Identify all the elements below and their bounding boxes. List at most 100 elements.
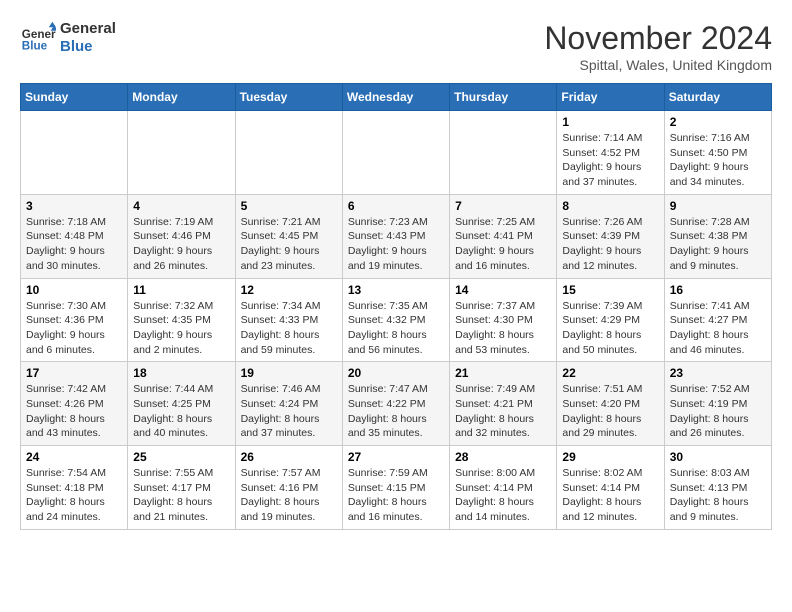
location: Spittal, Wales, United Kingdom [544, 57, 772, 73]
logo-general: General [60, 20, 116, 38]
day-info: Sunrise: 7:32 AM Sunset: 4:35 PM Dayligh… [133, 299, 229, 358]
day-number: 22 [562, 366, 658, 380]
day-info: Sunrise: 7:37 AM Sunset: 4:30 PM Dayligh… [455, 299, 551, 358]
day-number: 18 [133, 366, 229, 380]
day-info: Sunrise: 7:28 AM Sunset: 4:38 PM Dayligh… [670, 215, 766, 274]
day-info: Sunrise: 7:18 AM Sunset: 4:48 PM Dayligh… [26, 215, 122, 274]
day-info: Sunrise: 7:57 AM Sunset: 4:16 PM Dayligh… [241, 466, 337, 525]
day-number: 17 [26, 366, 122, 380]
day-number: 13 [348, 283, 444, 297]
calendar-week-row: 3 Sunrise: 7:18 AM Sunset: 4:48 PM Daylig… [21, 194, 772, 278]
calendar-cell: 14 Sunrise: 7:37 AM Sunset: 4:30 PM Dayli… [450, 278, 557, 362]
calendar-cell: 2Sunrise: 7:16 AM Sunset: 4:50 PM Daylig… [664, 111, 771, 195]
calendar-week-row: 24 Sunrise: 7:54 AM Sunset: 4:18 PM Dayli… [21, 446, 772, 530]
calendar-table: SundayMondayTuesdayWednesdayThursdayFrid… [20, 83, 772, 530]
day-info: Sunrise: 7:39 AM Sunset: 4:29 PM Dayligh… [562, 299, 658, 358]
day-info: Sunrise: 8:03 AM Sunset: 4:13 PM Dayligh… [670, 466, 766, 525]
day-number: 21 [455, 366, 551, 380]
calendar-cell: 29Sunrise: 8:02 AM Sunset: 4:14 PM Dayli… [557, 446, 664, 530]
weekday-header: Monday [128, 84, 235, 111]
day-number: 4 [133, 199, 229, 213]
calendar-cell: 4 Sunrise: 7:19 AM Sunset: 4:46 PM Daylig… [128, 194, 235, 278]
day-number: 8 [562, 199, 658, 213]
day-info: Sunrise: 7:51 AM Sunset: 4:20 PM Dayligh… [562, 382, 658, 441]
day-number: 27 [348, 450, 444, 464]
day-info: Sunrise: 7:35 AM Sunset: 4:32 PM Dayligh… [348, 299, 444, 358]
weekday-header: Tuesday [235, 84, 342, 111]
weekday-header: Thursday [450, 84, 557, 111]
calendar-cell: 27 Sunrise: 7:59 AM Sunset: 4:15 PM Dayli… [342, 446, 449, 530]
calendar-cell: 30 Sunrise: 8:03 AM Sunset: 4:13 PM Dayli… [664, 446, 771, 530]
calendar-cell: 16Sunrise: 7:41 AM Sunset: 4:27 PM Dayli… [664, 278, 771, 362]
month-title: November 2024 [544, 20, 772, 57]
day-number: 15 [562, 283, 658, 297]
day-number: 1 [562, 115, 658, 129]
calendar-cell: 24 Sunrise: 7:54 AM Sunset: 4:18 PM Dayli… [21, 446, 128, 530]
day-info: Sunrise: 7:49 AM Sunset: 4:21 PM Dayligh… [455, 382, 551, 441]
day-info: Sunrise: 7:55 AM Sunset: 4:17 PM Dayligh… [133, 466, 229, 525]
day-info: Sunrise: 7:16 AM Sunset: 4:50 PM Dayligh… [670, 131, 766, 190]
day-number: 28 [455, 450, 551, 464]
calendar-cell: 19Sunrise: 7:46 AM Sunset: 4:24 PM Dayli… [235, 362, 342, 446]
day-number: 7 [455, 199, 551, 213]
svg-text:Blue: Blue [22, 40, 48, 53]
day-number: 14 [455, 283, 551, 297]
day-info: Sunrise: 7:30 AM Sunset: 4:36 PM Dayligh… [26, 299, 122, 358]
calendar-cell: 18 Sunrise: 7:44 AM Sunset: 4:25 PM Dayli… [128, 362, 235, 446]
calendar-cell: 28 Sunrise: 8:00 AM Sunset: 4:14 PM Dayli… [450, 446, 557, 530]
calendar-cell: 9 Sunrise: 7:28 AM Sunset: 4:38 PM Daylig… [664, 194, 771, 278]
day-number: 9 [670, 199, 766, 213]
day-info: Sunrise: 8:00 AM Sunset: 4:14 PM Dayligh… [455, 466, 551, 525]
calendar-cell: 10 Sunrise: 7:30 AM Sunset: 4:36 PM Dayli… [21, 278, 128, 362]
day-info: Sunrise: 7:23 AM Sunset: 4:43 PM Dayligh… [348, 215, 444, 274]
calendar-cell: 17 Sunrise: 7:42 AM Sunset: 4:26 PM Dayli… [21, 362, 128, 446]
calendar-cell: 25 Sunrise: 7:55 AM Sunset: 4:17 PM Dayli… [128, 446, 235, 530]
day-info: Sunrise: 7:34 AM Sunset: 4:33 PM Dayligh… [241, 299, 337, 358]
calendar-cell [21, 111, 128, 195]
day-number: 3 [26, 199, 122, 213]
calendar-cell: 3 Sunrise: 7:18 AM Sunset: 4:48 PM Daylig… [21, 194, 128, 278]
calendar-cell: 6Sunrise: 7:23 AM Sunset: 4:43 PM Daylig… [342, 194, 449, 278]
logo: General Blue General Blue [20, 20, 116, 56]
calendar-cell: 23 Sunrise: 7:52 AM Sunset: 4:19 PM Dayli… [664, 362, 771, 446]
weekday-header: Friday [557, 84, 664, 111]
day-number: 30 [670, 450, 766, 464]
logo-blue: Blue [60, 38, 116, 56]
day-number: 23 [670, 366, 766, 380]
day-info: Sunrise: 7:44 AM Sunset: 4:25 PM Dayligh… [133, 382, 229, 441]
day-number: 10 [26, 283, 122, 297]
logo-icon: General Blue [20, 20, 56, 56]
calendar-cell [450, 111, 557, 195]
calendar-cell: 20Sunrise: 7:47 AM Sunset: 4:22 PM Dayli… [342, 362, 449, 446]
day-number: 25 [133, 450, 229, 464]
day-info: Sunrise: 7:19 AM Sunset: 4:46 PM Dayligh… [133, 215, 229, 274]
day-info: Sunrise: 7:52 AM Sunset: 4:19 PM Dayligh… [670, 382, 766, 441]
day-info: Sunrise: 7:21 AM Sunset: 4:45 PM Dayligh… [241, 215, 337, 274]
weekday-header: Saturday [664, 84, 771, 111]
day-info: Sunrise: 8:02 AM Sunset: 4:14 PM Dayligh… [562, 466, 658, 525]
calendar-cell: 11 Sunrise: 7:32 AM Sunset: 4:35 PM Dayli… [128, 278, 235, 362]
calendar-cell: 1Sunrise: 7:14 AM Sunset: 4:52 PM Daylig… [557, 111, 664, 195]
calendar-cell: 15 Sunrise: 7:39 AM Sunset: 4:29 PM Dayli… [557, 278, 664, 362]
calendar-cell: 12Sunrise: 7:34 AM Sunset: 4:33 PM Dayli… [235, 278, 342, 362]
calendar-week-row: 10 Sunrise: 7:30 AM Sunset: 4:36 PM Dayli… [21, 278, 772, 362]
calendar-cell: 22 Sunrise: 7:51 AM Sunset: 4:20 PM Dayli… [557, 362, 664, 446]
day-info: Sunrise: 7:46 AM Sunset: 4:24 PM Dayligh… [241, 382, 337, 441]
day-number: 24 [26, 450, 122, 464]
day-number: 11 [133, 283, 229, 297]
calendar-cell: 8 Sunrise: 7:26 AM Sunset: 4:39 PM Daylig… [557, 194, 664, 278]
page-header: General Blue General Blue November 2024 … [20, 20, 772, 73]
day-info: Sunrise: 7:26 AM Sunset: 4:39 PM Dayligh… [562, 215, 658, 274]
day-info: Sunrise: 7:59 AM Sunset: 4:15 PM Dayligh… [348, 466, 444, 525]
weekday-header: Wednesday [342, 84, 449, 111]
weekday-header-row: SundayMondayTuesdayWednesdayThursdayFrid… [21, 84, 772, 111]
calendar-cell: 13 Sunrise: 7:35 AM Sunset: 4:32 PM Dayli… [342, 278, 449, 362]
calendar-cell [342, 111, 449, 195]
day-info: Sunrise: 7:42 AM Sunset: 4:26 PM Dayligh… [26, 382, 122, 441]
day-number: 5 [241, 199, 337, 213]
day-info: Sunrise: 7:25 AM Sunset: 4:41 PM Dayligh… [455, 215, 551, 274]
day-info: Sunrise: 7:54 AM Sunset: 4:18 PM Dayligh… [26, 466, 122, 525]
day-info: Sunrise: 7:41 AM Sunset: 4:27 PM Dayligh… [670, 299, 766, 358]
day-number: 20 [348, 366, 444, 380]
day-number: 26 [241, 450, 337, 464]
